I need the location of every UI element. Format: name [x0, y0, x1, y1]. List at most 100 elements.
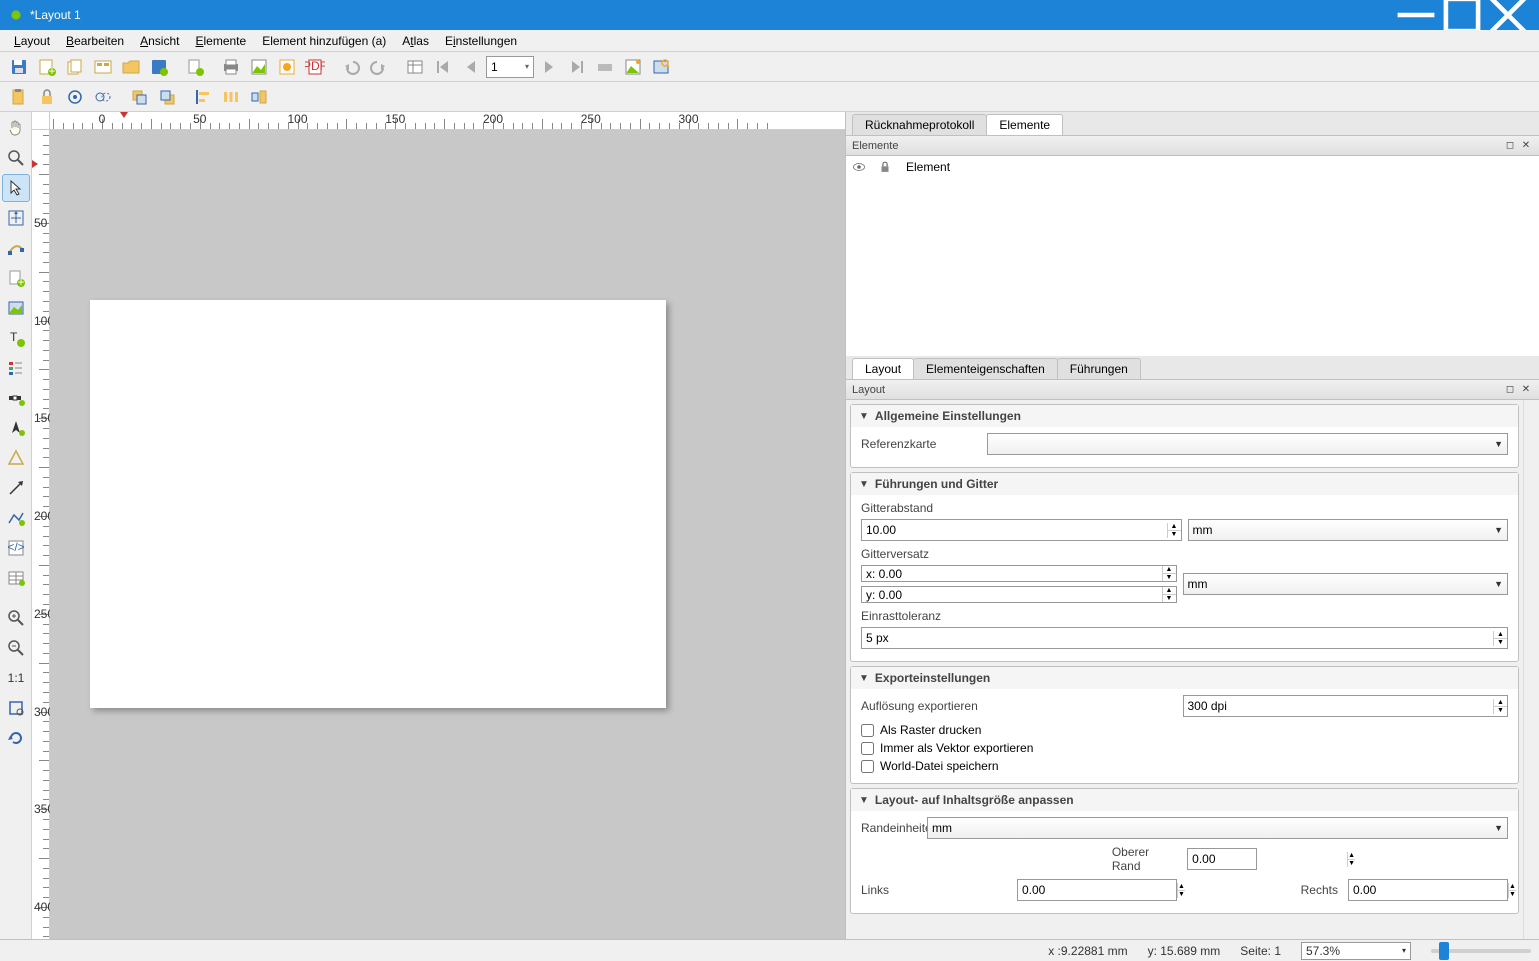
print-atlas-button[interactable] [592, 54, 618, 80]
section-export-header[interactable]: ▼Exporteinstellungen [851, 667, 1518, 689]
load-template-button[interactable] [118, 54, 144, 80]
align-left-button[interactable] [190, 84, 216, 110]
save-project-button[interactable] [6, 54, 32, 80]
properties-scrollbar[interactable] [1523, 400, 1539, 939]
elements-list[interactable]: Element [846, 156, 1539, 356]
tab-guides[interactable]: Führungen [1057, 358, 1141, 379]
add-scalebar-tool[interactable] [2, 384, 30, 412]
add-arrow-tool[interactable] [2, 474, 30, 502]
menu-atlas[interactable]: Atlas [394, 32, 437, 50]
next-page-button[interactable] [536, 54, 562, 80]
add-map-tool[interactable] [2, 294, 30, 322]
prev-page-button[interactable] [458, 54, 484, 80]
layout-manager-button[interactable] [90, 54, 116, 80]
grid-spacing-input[interactable]: ▲▼ [861, 519, 1182, 541]
export-resolution-input[interactable]: ▲▼ [1183, 695, 1509, 717]
redo-button[interactable] [366, 54, 392, 80]
menu-layout[interactable]: Layout [6, 32, 58, 50]
add-legend-tool[interactable] [2, 354, 30, 382]
tab-history[interactable]: Rücknahmeprotokoll [852, 114, 987, 135]
print-as-raster-checkbox[interactable]: Als Raster drucken [861, 723, 1508, 737]
undock-icon[interactable]: ◻ [1503, 383, 1517, 397]
undock-icon[interactable]: ◻ [1503, 139, 1517, 153]
tab-item-properties[interactable]: Elementeigenschaften [913, 358, 1058, 379]
add-html-tool[interactable]: </> [2, 534, 30, 562]
close-panel-icon[interactable]: ✕ [1519, 139, 1533, 153]
add-nodeitem-tool[interactable] [2, 504, 30, 532]
edit-nodes-tool[interactable] [2, 234, 30, 262]
menu-einstellungen[interactable]: Einstellungen [437, 32, 525, 50]
zoom-combo[interactable]: 57.3%▾ [1301, 942, 1411, 960]
visibility-icon[interactable] [846, 160, 872, 174]
lock-icon[interactable] [872, 160, 898, 174]
page-number-input[interactable]: 1▾ [486, 56, 534, 78]
lock-button[interactable] [34, 84, 60, 110]
pan-tool[interactable] [2, 114, 30, 142]
always-vector-checkbox[interactable]: Immer als Vektor exportieren [861, 741, 1508, 755]
minimize-button[interactable] [1393, 0, 1439, 30]
close-panel-icon[interactable]: ✕ [1519, 383, 1533, 397]
reference-map-combo[interactable]: ▼ [987, 433, 1508, 455]
menu-ansicht[interactable]: Ansicht [132, 32, 187, 50]
save-template-button[interactable] [146, 54, 172, 80]
add-shape-tool[interactable] [2, 444, 30, 472]
list-item[interactable]: Element [846, 156, 1539, 178]
paste-button[interactable] [6, 84, 32, 110]
page-setup-button[interactable] [402, 54, 428, 80]
menu-elemente[interactable]: Elemente [187, 32, 254, 50]
margin-units-combo[interactable]: mm▼ [927, 817, 1508, 839]
move-content-tool[interactable] [2, 204, 30, 232]
section-resize-header[interactable]: ▼Layout- auf Inhaltsgröße anpassen [851, 789, 1518, 811]
add-table-tool[interactable] [2, 564, 30, 592]
margin-right-input[interactable]: ▲▼ [1348, 879, 1508, 901]
section-general-header[interactable]: ▼Allgemeine Einstellungen [851, 405, 1518, 427]
unlock-button[interactable] [62, 84, 88, 110]
layout-page[interactable] [90, 300, 666, 708]
grid-offset-unit-combo[interactable]: mm▼ [1183, 573, 1509, 595]
vertical-ruler[interactable]: 050100150200250300350400 [32, 130, 50, 939]
horizontal-ruler[interactable]: 050100150200250300 [50, 112, 845, 130]
last-page-button[interactable] [564, 54, 590, 80]
export-svg-button[interactable] [274, 54, 300, 80]
zoom-full-button[interactable] [2, 694, 30, 722]
group-button[interactable] [90, 84, 116, 110]
add-northarrow-tool[interactable] [2, 414, 30, 442]
select-tool[interactable] [2, 174, 30, 202]
export-atlas-image-button[interactable] [620, 54, 646, 80]
zoom-actual-button[interactable]: 1:1 [2, 664, 30, 692]
new-layout-button[interactable]: + [34, 54, 60, 80]
maximize-button[interactable] [1439, 0, 1485, 30]
atlas-settings-button[interactable] [648, 54, 674, 80]
zoom-tool[interactable] [2, 144, 30, 172]
close-button[interactable] [1485, 0, 1531, 30]
layout-canvas[interactable] [50, 130, 845, 939]
lower-button[interactable] [154, 84, 180, 110]
grid-offset-x-input[interactable]: ▲▼ [861, 565, 1177, 582]
export-pdf-button[interactable]: PDF [302, 54, 328, 80]
margin-top-input[interactable]: ▲▼ [1187, 848, 1257, 870]
menu-element-hinzufuegen[interactable]: Element hinzufügen (a) [254, 32, 394, 50]
menu-bearbeiten[interactable]: Bearbeiten [58, 32, 132, 50]
undo-button[interactable] [338, 54, 364, 80]
distribute-button[interactable] [218, 84, 244, 110]
grid-offset-y-input[interactable]: ▲▼ [861, 586, 1177, 603]
add-3dmap-tool[interactable]: T [2, 324, 30, 352]
resize-button[interactable] [246, 84, 272, 110]
section-guides-header[interactable]: ▼Führungen und Gitter [851, 473, 1518, 495]
zoom-out-button[interactable] [2, 634, 30, 662]
refresh-button[interactable] [2, 724, 30, 752]
print-button[interactable] [218, 54, 244, 80]
add-from-template-button[interactable] [182, 54, 208, 80]
duplicate-layout-button[interactable] [62, 54, 88, 80]
tab-layout[interactable]: Layout [852, 358, 914, 379]
export-image-button[interactable] [246, 54, 272, 80]
margin-left-input[interactable]: ▲▼ [1017, 879, 1177, 901]
zoom-slider[interactable] [1431, 942, 1531, 960]
tab-elements[interactable]: Elemente [986, 114, 1063, 135]
snap-tolerance-input[interactable]: ▲▼ [861, 627, 1508, 649]
save-world-file-checkbox[interactable]: World-Datei speichern [861, 759, 1508, 773]
grid-spacing-unit-combo[interactable]: mm▼ [1188, 519, 1509, 541]
layout-properties-panel[interactable]: ▼Allgemeine Einstellungen Referenzkarte … [846, 400, 1523, 939]
first-page-button[interactable] [430, 54, 456, 80]
zoom-in-button[interactable] [2, 604, 30, 632]
